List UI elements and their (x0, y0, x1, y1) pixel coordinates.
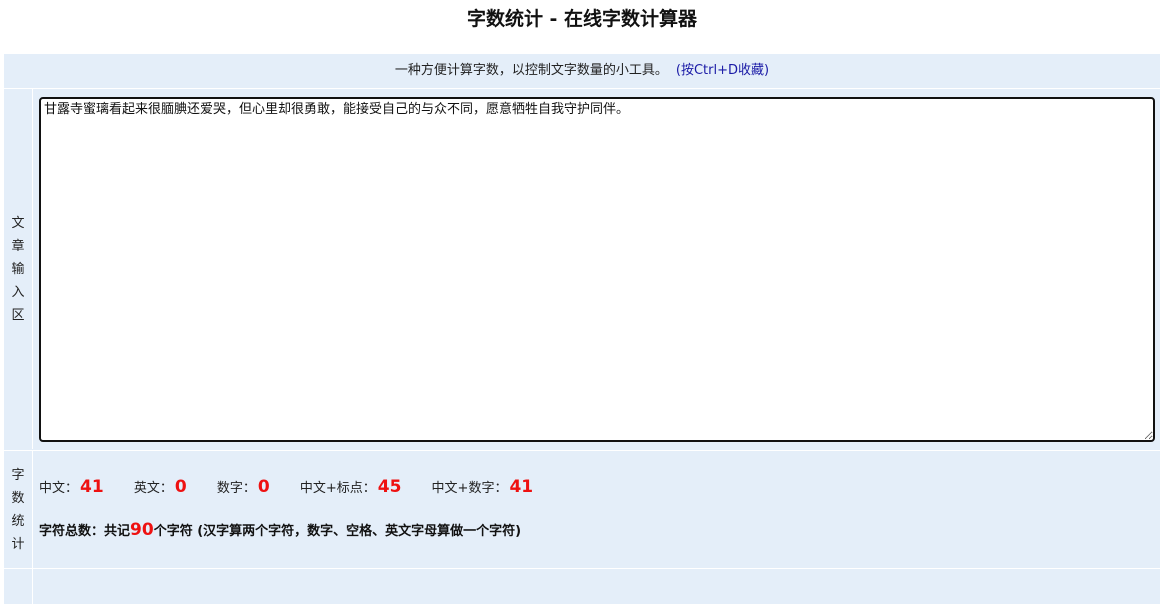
total-value: 90 (130, 520, 154, 540)
word-count-tool: 一种方便计算字数，以控制文字数量的小工具。 (按Ctrl+D收藏) 文章输入区 甘… (4, 54, 1160, 605)
stat-english-label: 英文： (133, 481, 173, 496)
stat-chinese-value: 41 (80, 477, 104, 497)
stat-chinese-label: 中文： (39, 481, 79, 496)
stat-chinese-punct-value: 45 (377, 477, 402, 497)
input-section-label-cell: 文章输入区 (4, 89, 33, 449)
stat-english: 英文： 0 (134, 476, 187, 500)
stats-cell: 中文： 41 英文： 0 数字： 0 中文+标点： 45 中文+数字： 41 字符总数：共… (33, 450, 1160, 568)
page-title: 字数统计 - 在线字数计算器 (466, 8, 698, 30)
stat-english-value: 0 (174, 477, 187, 497)
stat-digits: 数字： 0 (217, 476, 270, 500)
intro-row: 一种方便计算字数，以控制文字数量的小工具。 (按Ctrl+D收藏) (4, 54, 1160, 89)
bottom-cell (33, 568, 1160, 605)
stat-chinese-digits-label: 中文+数字： (431, 481, 508, 496)
article-input[interactable]: 甘露寺蜜璃看起来很腼腆还爱哭，但心里却很勇敢，能接受自己的与众不同，愿意牺牲自我… (39, 97, 1155, 442)
bottom-label-cell (4, 568, 33, 605)
total-characters-line: 字符总数：共记90个字符 (汉字算两个字符，数字、空格、英文字母算做一个字符) (39, 519, 521, 543)
bookmark-hint: (按Ctrl+D收藏) (675, 63, 770, 78)
stat-chinese-punct: 中文+标点： 45 (300, 476, 402, 500)
total-prefix: 字符总数：共记 (39, 524, 131, 539)
stat-chinese-digits-value: 41 (509, 477, 534, 497)
intro-text: 一种方便计算字数，以控制文字数量的小工具。 (394, 63, 668, 78)
input-section-label: 文章输入区 (11, 215, 25, 323)
stat-digits-label: 数字： (216, 481, 256, 496)
stat-digits-value: 0 (257, 477, 270, 497)
stat-chinese: 中文： 41 (39, 476, 104, 500)
stat-chinese-digits: 中文+数字： 41 (432, 476, 534, 500)
input-cell: 甘露寺蜜璃看起来很腼腆还爱哭，但心里却很勇敢，能接受自己的与众不同，愿意牺牲自我… (33, 89, 1160, 449)
stat-chinese-punct-label: 中文+标点： (299, 481, 376, 496)
stats-line: 中文： 41 英文： 0 数字： 0 中文+标点： 45 中文+数字： 41 (39, 476, 559, 500)
total-suffix: 个字符 (汉字算两个字符，数字、空格、英文字母算做一个字符) (153, 524, 522, 539)
stats-section-label: 字数统计 (11, 467, 25, 552)
stats-section-label-cell: 字数统计 (4, 450, 33, 568)
